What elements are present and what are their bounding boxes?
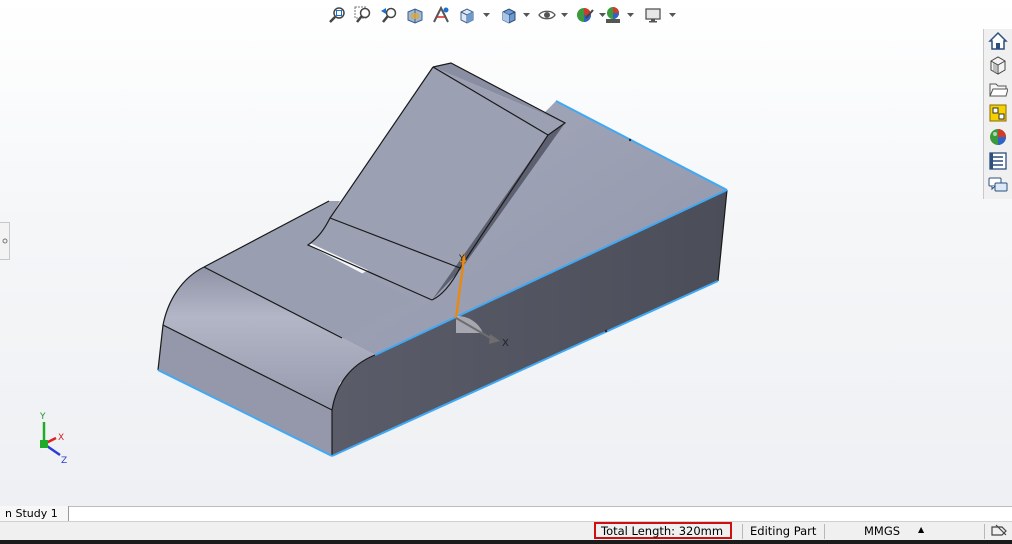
total-length-readout: Total Length: 320mm	[594, 522, 732, 539]
hide-show-items-dropdown[interactable]	[560, 4, 569, 26]
triad-x-label: X	[58, 433, 64, 443]
unit-system-caret-icon[interactable]: ▲	[918, 525, 924, 534]
status-separator	[824, 524, 825, 539]
display-style-icon[interactable]	[498, 4, 520, 26]
file-explorer-icon[interactable]	[987, 78, 1009, 100]
status-bar: Total Length: 320mm Editing Part MMGS ▲	[0, 521, 1012, 541]
task-pane-tabs	[983, 29, 1012, 199]
triad-y-label: Y	[39, 412, 46, 422]
status-separator	[984, 524, 985, 539]
feature-manager-expand-handle[interactable]	[0, 222, 10, 260]
editing-mode-status: Editing Part	[750, 524, 817, 538]
view-settings-icon[interactable]	[642, 4, 664, 26]
view-orientation-dropdown[interactable]	[482, 4, 491, 26]
display-style-dropdown[interactable]	[522, 4, 531, 26]
tab-motion-study[interactable]: n Study 1	[0, 506, 69, 522]
forum-icon[interactable]	[987, 174, 1009, 196]
reference-triad: Y X Z	[39, 412, 67, 466]
view-settings-dropdown[interactable]	[668, 4, 677, 26]
section-view-icon[interactable]	[404, 4, 426, 26]
previous-view-icon[interactable]	[378, 4, 400, 26]
edit-appearance-icon[interactable]	[574, 4, 596, 26]
custom-properties-icon[interactable]	[987, 150, 1009, 172]
zoom-to-area-icon[interactable]	[352, 4, 374, 26]
apply-scene-dropdown[interactable]	[626, 4, 635, 26]
view-orientation-icon[interactable]	[456, 4, 478, 26]
solidworks-resources-icon[interactable]	[987, 30, 1009, 52]
design-library-icon[interactable]	[987, 54, 1009, 76]
apply-scene-icon[interactable]	[602, 4, 624, 26]
graphics-area[interactable]: Y X Y X Z	[0, 0, 1012, 506]
unit-system-selector[interactable]: MMGS	[864, 524, 900, 539]
zoom-to-fit-icon[interactable]	[326, 4, 348, 26]
appearances-scenes-icon[interactable]	[987, 126, 1009, 148]
quick-tips-icon[interactable]	[990, 523, 1008, 539]
selection-triad-x-label: X	[502, 338, 509, 349]
window-bottom-edge	[0, 540, 1012, 544]
dynamic-annotation-icon[interactable]	[430, 4, 452, 26]
selection-triad-y-label: Y	[458, 254, 465, 264]
view-palette-icon[interactable]	[987, 102, 1009, 124]
status-separator	[742, 524, 743, 539]
triad-z-label: Z	[61, 456, 67, 466]
model-scene[interactable]: Y X Y X Z	[0, 0, 1012, 506]
model-tab-bar: n Study 1	[0, 506, 1012, 522]
hide-show-items-icon[interactable]	[536, 4, 558, 26]
